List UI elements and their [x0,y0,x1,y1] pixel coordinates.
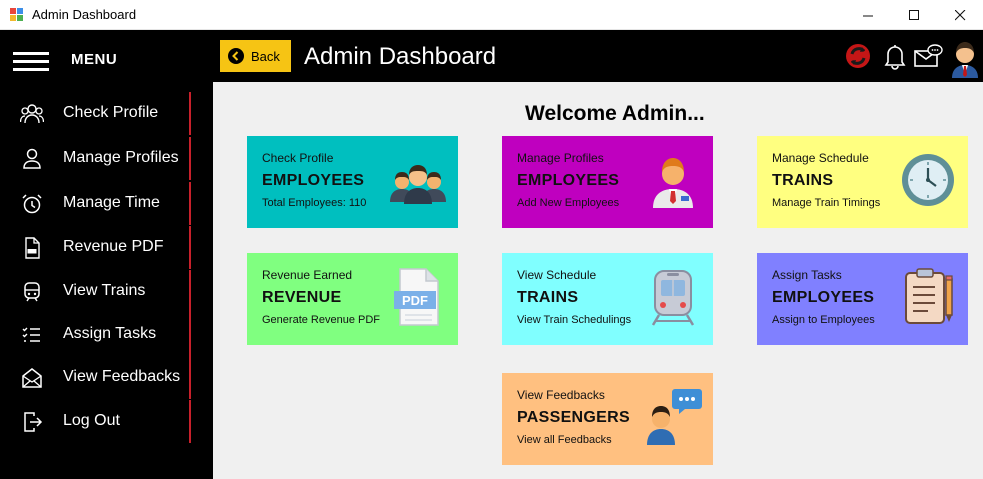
sidebar: MENU Check Profile Manage Profiles Manag… [0,30,213,479]
wall-clock-icon [902,154,954,206]
minimize-icon [862,15,873,16]
card-subtitle: Manage Profiles [517,151,604,165]
admin-avatar[interactable] [949,38,981,78]
card-subtitle: Check Profile [262,151,334,165]
maximize-button[interactable] [891,0,937,30]
card-heading: TRAINS [772,172,834,189]
card-subtitle: View Schedule [517,268,597,282]
alarm-clock-icon [22,194,42,214]
card-subtitle: Revenue Earned [262,268,353,282]
sidebar-item-revenue-pdf[interactable]: Revenue PDF [0,226,213,269]
pdf-file-icon [25,237,40,259]
sidebar-item-log-out[interactable]: Log Out [0,400,213,443]
main-content: Welcome Admin... Check Profile EMPLOYEES… [213,82,983,479]
sidebar-item-manage-time[interactable]: Manage Time [0,182,213,225]
sidebar-item-accent [189,313,191,356]
sidebar-item-accent [189,400,191,443]
card-subtitle: View Feedbacks [517,388,605,402]
card-manage-schedule[interactable]: Manage Schedule TRAINS Manage Train Timi… [757,136,968,228]
card-manage-profiles[interactable]: Manage Profiles EMPLOYEES Add New Employ… [502,136,713,228]
card-subtitle: Manage Schedule [772,151,869,165]
clipboard-icon [905,268,953,324]
card-check-profile[interactable]: Check Profile EMPLOYEES Total Employees:… [247,136,458,228]
header-bar: Back Admin Dashboard [213,30,983,82]
card-subtitle: Assign Tasks [772,268,842,282]
card-assign-tasks[interactable]: Assign Tasks EMPLOYEES Assign to Employe… [757,253,968,345]
sidebar-item-view-feedbacks[interactable]: View Feedbacks [0,356,213,399]
card-description: Add New Employees [517,197,620,209]
sidebar-item-label: View Trains [63,282,146,299]
sidebar-item-label: Log Out [63,412,120,429]
sidebar-item-label: View Feedbacks [63,368,181,385]
card-heading: EMPLOYEES [262,172,365,189]
mail-icon[interactable] [913,40,943,72]
hamburger-menu-icon[interactable] [13,52,49,72]
train-front-icon [651,270,695,326]
card-heading: EMPLOYEES [772,289,875,306]
back-arrow-icon [228,48,244,64]
menu-header: MENU [0,30,213,88]
sidebar-item-accent [189,92,191,135]
sidebar-item-assign-tasks[interactable]: Assign Tasks [0,313,213,356]
pdf-document-icon: PDF [394,268,439,326]
card-description: Total Employees: 110 [262,197,367,209]
sidebar-item-accent [189,226,191,269]
sidebar-item-accent [189,182,191,225]
logout-icon [24,412,43,432]
sidebar-item-manage-profiles[interactable]: Manage Profiles [0,137,213,180]
sidebar-item-accent [189,137,191,180]
train-icon [24,282,40,302]
sidebar-item-label: Assign Tasks [63,325,157,342]
task-list-icon [22,327,40,342]
card-description: View all Feedbacks [517,434,612,446]
sidebar-item-label: Manage Time [63,194,160,211]
sidebar-item-accent [189,356,191,399]
card-description: Generate Revenue PDF [262,314,381,326]
pdf-badge-text: PDF [402,293,428,308]
minimize-button[interactable] [845,0,891,30]
bell-icon[interactable] [880,40,910,72]
employee-avatar-icon [653,158,693,208]
sidebar-item-check-profile[interactable]: Check Profile [0,92,213,135]
card-heading: TRAINS [517,289,579,306]
window-title: Admin Dashboard [32,7,137,22]
back-label: Back [251,48,280,64]
menu-label: MENU [71,51,118,68]
sidebar-item-label: Manage Profiles [63,149,179,166]
close-icon [954,9,965,20]
sidebar-item-label: Revenue PDF [63,238,164,255]
sidebar-item-accent [189,270,191,313]
sidebar-item-view-trains[interactable]: View Trains [0,270,213,313]
card-heading: REVENUE [262,289,342,306]
sidebar-item-label: Check Profile [63,104,159,121]
card-description: Manage Train Timings [772,197,881,209]
card-heading: PASSENGERS [517,409,630,426]
window-titlebar: Admin Dashboard [0,0,983,30]
people-icon [20,104,44,124]
page-title: Admin Dashboard [304,43,497,70]
card-description: Assign to Employees [772,314,875,326]
maximize-icon [908,9,919,20]
close-button[interactable] [937,0,983,30]
card-view-feedbacks[interactable]: View Feedbacks PASSENGERS View all Feedb… [502,373,713,465]
employees-group-icon [390,165,446,204]
envelope-icon [22,368,42,388]
card-revenue[interactable]: Revenue Earned REVENUE Generate Revenue … [247,253,458,345]
user-icon [23,148,41,169]
chat-person-icon [647,389,702,445]
card-view-schedule[interactable]: View Schedule TRAINS View Train Scheduli… [502,253,713,345]
card-heading: EMPLOYEES [517,172,620,189]
card-description: View Train Schedulings [517,314,632,326]
refresh-icon[interactable] [843,40,873,72]
app-icon [10,8,23,21]
welcome-heading: Welcome Admin... [525,102,705,125]
back-button[interactable]: Back [220,40,291,72]
